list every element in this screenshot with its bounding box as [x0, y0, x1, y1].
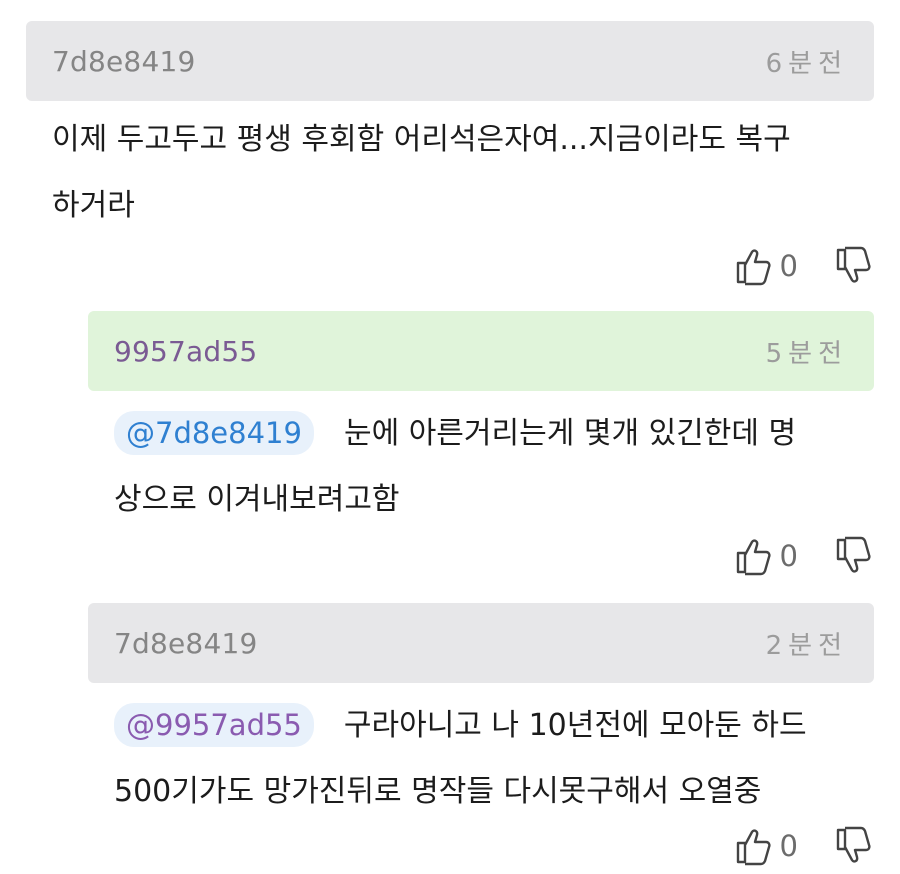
like-count: 0	[779, 829, 798, 863]
thumbs-down-icon[interactable]	[834, 826, 874, 866]
reply-card: 9957ad55 5분전 @7d8e8419 눈에 아른거리는게 몇개 있긴한데 …	[88, 311, 874, 576]
like-count: 0	[779, 249, 798, 283]
vote-bar: 0	[734, 821, 874, 871]
thumbs-up-icon[interactable]	[734, 826, 774, 866]
thumbs-up-icon[interactable]	[734, 536, 774, 576]
comment-time: 2분전	[765, 630, 848, 661]
thumbs-down-icon[interactable]	[834, 536, 874, 576]
comment-text-line: 하거라	[52, 188, 135, 223]
mention-tag[interactable]: @9957ad55	[114, 703, 314, 747]
comment-body: @9957ad55 구라아니고 나 10년전에 모아둔 하드 500기가도 망가진…	[88, 683, 874, 825]
thumbs-down-icon[interactable]	[834, 246, 874, 286]
comment-header: 7d8e8419 2분전	[88, 603, 874, 683]
comment-text-line: 이제 두고두고 평생 후회함 어리석은자여...지금이라도 복구	[52, 122, 791, 157]
comment-text-line: 구라아니고 나 10년전에 모아둔 하드	[343, 708, 807, 743]
comment-body: @7d8e8419 눈에 아른거리는게 몇개 있긴한데 명 상으로 이겨내보려고함	[88, 391, 874, 533]
comment-time: 6분전	[765, 48, 848, 79]
thumbs-up-icon[interactable]	[734, 246, 774, 286]
comment-time: 5분전	[765, 338, 848, 369]
comment-card: 7d8e8419 6분전 이제 두고두고 평생 후회함 어리석은자여...지금이…	[26, 21, 874, 286]
comment-text-line: 상으로 이겨내보려고함	[114, 482, 400, 517]
comment-author[interactable]: 7d8e8419	[114, 627, 258, 660]
comment-header: 7d8e8419 6분전	[26, 21, 874, 101]
mention-tag[interactable]: @7d8e8419	[114, 411, 314, 455]
comment-header: 9957ad55 5분전	[88, 311, 874, 391]
comment-text-line: 500기가도 망가진뒤로 명작들 다시못구해서 오열중	[114, 774, 762, 809]
comment-author[interactable]: 9957ad55	[114, 335, 257, 368]
vote-bar: 0	[734, 241, 874, 291]
comment-author[interactable]: 7d8e8419	[52, 45, 196, 78]
like-count: 0	[779, 539, 798, 573]
comment-body: 이제 두고두고 평생 후회함 어리석은자여...지금이라도 복구 하거라	[26, 101, 874, 239]
reply-card: 7d8e8419 2분전 @9957ad55 구라아니고 나 10년전에 모아둔 …	[88, 603, 874, 866]
comment-text-line: 눈에 아른거리는게 몇개 있긴한데 명	[343, 416, 797, 451]
vote-bar: 0	[734, 531, 874, 581]
